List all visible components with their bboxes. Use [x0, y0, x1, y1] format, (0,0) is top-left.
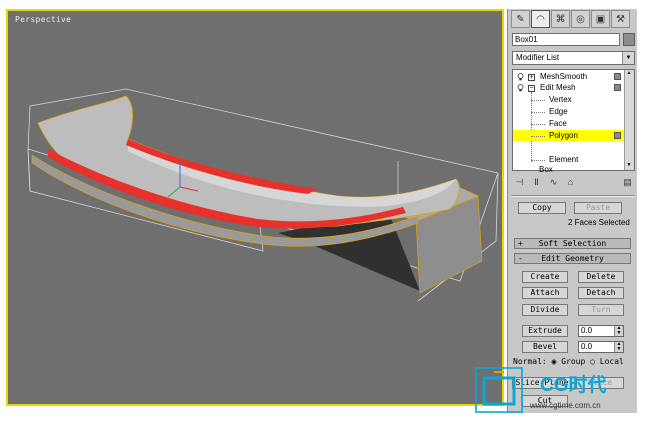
modifier-list-label: Modifier List	[516, 53, 560, 62]
lightbulb-icon[interactable]	[517, 73, 524, 81]
scroll-down-icon[interactable]: ▼	[625, 162, 633, 170]
tree-line	[531, 112, 545, 113]
pin-stack-icon[interactable]: ⊣	[512, 175, 527, 189]
motion-tab-icon[interactable]: ◎	[571, 10, 590, 28]
modifier-list-dropdown[interactable]: Modifier List ▼	[512, 51, 635, 65]
show-end-result-icon[interactable]: Ⅱ	[529, 175, 544, 189]
rollout-title-label: Soft Selection	[538, 239, 607, 248]
spinner-arrows-icon[interactable]: ▲ ▼	[614, 342, 623, 352]
stack-item-polygon-row[interactable]: Polygon	[513, 130, 625, 141]
chevron-down-icon[interactable]: ▼	[622, 52, 634, 64]
faces-selected-status: 2 Faces Selected	[568, 218, 630, 227]
spinner-arrows-icon[interactable]: ▲ ▼	[614, 326, 623, 336]
watermark-brand: CG时代	[540, 375, 607, 396]
object-color-swatch[interactable]	[623, 33, 635, 46]
ramp-surface	[37, 95, 460, 227]
tree-line	[531, 124, 545, 125]
configure-sets-icon[interactable]: ▤	[620, 175, 635, 189]
create-button[interactable]: Create	[522, 271, 568, 283]
turn-button[interactable]: Turn	[578, 304, 624, 316]
group-radio-label[interactable]: Group	[561, 357, 585, 366]
modify-tab-icon[interactable]: ◠	[531, 10, 550, 28]
bevel-amount-field[interactable]: 0.0 ▲ ▼	[578, 341, 624, 353]
command-panel-tabs: ✎ ◠ ⌘ ◎ ▣ ⚒	[511, 10, 635, 30]
local-radio-icon[interactable]: ○	[590, 357, 595, 366]
hierarchy-tab-icon[interactable]: ⌘	[551, 10, 570, 28]
extrude-button[interactable]: Extrude	[522, 325, 568, 337]
stack-tool-row: ⊣ Ⅱ ∿ ⌂ ▤	[512, 175, 635, 191]
tree-line	[531, 160, 545, 161]
ramp-model-view[interactable]	[8, 11, 502, 404]
extrude-amount-field[interactable]: 0.0 ▲ ▼	[578, 325, 624, 337]
object-name-field[interactable]: Box01	[512, 33, 620, 46]
make-unique-icon[interactable]: ∿	[546, 175, 561, 189]
soft-selection-rollout[interactable]: + Soft Selection	[514, 238, 631, 249]
cgtime-logo-icon	[475, 367, 523, 413]
modifier-state-icon	[614, 132, 621, 139]
copy-button[interactable]: Copy	[518, 202, 566, 214]
lightbulb-icon[interactable]	[517, 84, 524, 92]
stack-item-polygon[interactable]: Polygon	[549, 130, 578, 141]
rollout-title-label: Edit Geometry	[541, 254, 604, 263]
bevel-button[interactable]: Bevel	[522, 341, 568, 353]
tree-line	[531, 92, 532, 162]
modifier-stack: + MeshSmooth − Edit Mesh Vertex Edge Fac…	[512, 69, 635, 174]
tree-line	[531, 100, 545, 101]
bevel-amount-value: 0.0	[581, 342, 593, 351]
extrude-amount-value: 0.0	[581, 326, 593, 335]
collapse-minus-icon[interactable]: −	[528, 85, 535, 92]
normal-radio-group: Normal: ◉ Group ○ Local	[513, 357, 624, 366]
command-panel: ✎ ◠ ⌘ ◎ ▣ ⚒ Box01 Modifier List ▼ + Mesh…	[507, 9, 637, 413]
stack-item-face[interactable]: Face	[549, 118, 650, 129]
tree-line	[531, 136, 545, 137]
create-tab-icon[interactable]: ✎	[511, 10, 530, 28]
divider	[511, 195, 635, 197]
divide-button[interactable]: Divide	[522, 304, 568, 316]
local-radio-label[interactable]: Local	[600, 357, 624, 366]
group-radio-icon[interactable]: ◉	[552, 357, 557, 366]
edit-geometry-rollout[interactable]: - Edit Geometry	[514, 253, 631, 264]
perspective-viewport[interactable]: Perspective	[6, 9, 504, 406]
paste-button[interactable]: Paste	[574, 202, 622, 214]
utilities-tab-icon[interactable]: ⚒	[611, 10, 630, 28]
expand-plus-icon[interactable]: +	[528, 74, 535, 81]
attach-button[interactable]: Attach	[522, 287, 568, 299]
rollout-sign: +	[518, 239, 523, 248]
stack-item-edge[interactable]: Edge	[549, 106, 650, 117]
scroll-up-icon[interactable]: ▲	[625, 70, 633, 78]
modifier-state-icon	[614, 73, 621, 80]
detach-button[interactable]: Detach	[578, 287, 624, 299]
normal-label: Normal:	[513, 357, 547, 366]
delete-button[interactable]: Delete	[578, 271, 624, 283]
display-tab-icon[interactable]: ▣	[591, 10, 610, 28]
remove-modifier-icon[interactable]: ⌂	[563, 175, 578, 189]
stack-item-vertex[interactable]: Vertex	[549, 94, 650, 105]
modifier-state-icon	[614, 84, 621, 91]
rollout-sign: -	[518, 254, 523, 263]
watermark-url: www.cgtime.com.cn	[530, 401, 601, 410]
stack-scrollbar[interactable]: ▲ ▼	[624, 70, 634, 170]
